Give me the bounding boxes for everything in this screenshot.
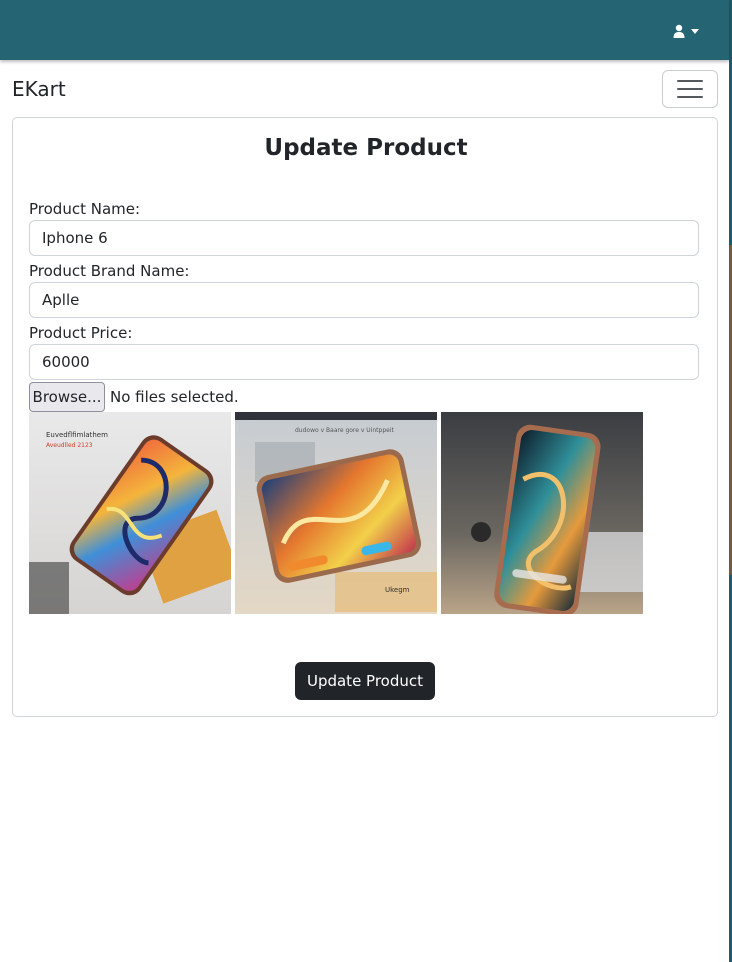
brand-name-input[interactable]: Aplle [29, 282, 699, 318]
top-navbar [0, 0, 729, 60]
product-price-input[interactable]: 60000 [29, 344, 699, 380]
image-2-caption-1: dudowo v Baare gore v Uintppeit [295, 427, 394, 434]
navbar-toggler-button[interactable] [662, 70, 718, 108]
product-image-3 [441, 412, 643, 614]
image-1-caption-1: Euvedflfimlathem [46, 431, 108, 439]
product-image-2: dudowo v Baare gore v Uintppeit Ukegm [235, 412, 437, 614]
product-price-label: Product Price: [29, 324, 133, 342]
product-name-label: Product Name: [29, 200, 141, 218]
update-product-button[interactable]: Update Product [295, 662, 435, 700]
product-image-1: Euvedflfimlathem Aveudlled 2123 [29, 412, 231, 614]
user-icon [673, 24, 685, 38]
hamburger-icon [677, 80, 703, 98]
image-1-caption-2: Aveudlled 2123 [46, 442, 93, 449]
file-status-text: No files selected. [110, 388, 239, 406]
brand-name-label: Product Brand Name: [29, 262, 190, 280]
user-menu-dropdown[interactable] [673, 21, 699, 41]
brand-link[interactable]: EKart [12, 77, 66, 101]
product-name-input[interactable]: Iphone 6 [29, 220, 699, 256]
image-2-caption-2: Ukegm [385, 586, 410, 594]
caret-down-icon [691, 29, 699, 34]
page-title: Update Product [264, 135, 468, 161]
browse-file-button[interactable]: Browse... [29, 382, 105, 412]
